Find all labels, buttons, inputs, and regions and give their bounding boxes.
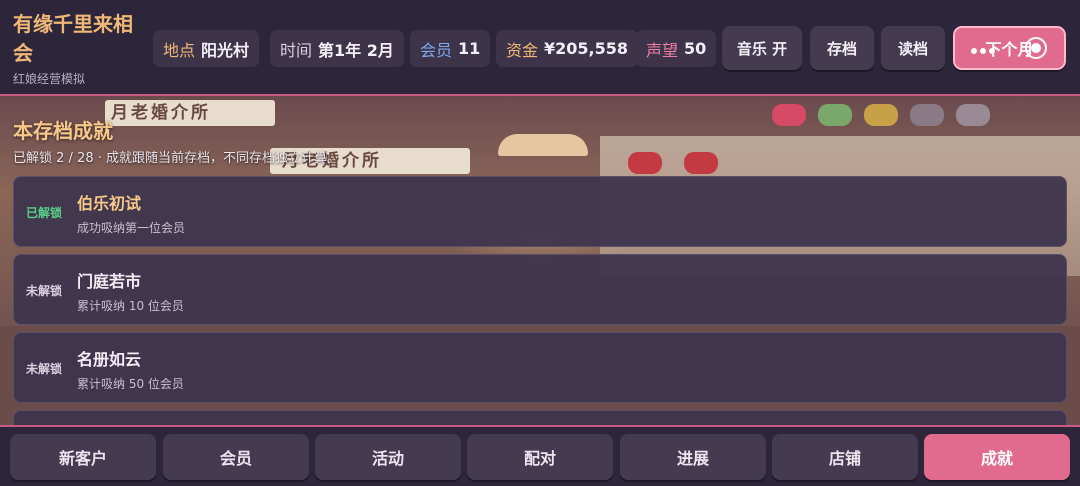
achievement-item[interactable]: 未解锁 门庭若市 累计吸纳 10 位会员 — [13, 254, 1067, 325]
achievements-title: 本存档成就 — [13, 119, 113, 143]
members-value: 11 — [458, 39, 481, 58]
achievement-item[interactable]: 已解锁 伯乐初试 成功吸纳第一位会员 — [13, 176, 1067, 247]
loading-dots-icon — [971, 48, 1001, 54]
achievement-item[interactable]: 未解锁 名册如云 累计吸纳 50 位会员 — [13, 332, 1067, 403]
avatar-icon — [956, 104, 990, 126]
load-button[interactable]: 读档 — [881, 26, 945, 70]
nav-new-clients[interactable]: 新客户 — [10, 434, 156, 480]
coin-icon — [864, 104, 898, 126]
bottom-nav: 新客户 会员 活动 配对 进展 店铺 成就 — [0, 425, 1080, 486]
achievement-desc: 成功吸纳第一位会员 — [77, 221, 186, 235]
achievement-desc: 累计吸纳 10 位会员 — [77, 299, 184, 313]
location-label: 地点 — [163, 40, 196, 60]
members-chip: 会员 11 — [410, 30, 491, 67]
plaque-icon — [684, 152, 718, 174]
nav-members[interactable]: 会员 — [163, 434, 309, 480]
profile-icon — [910, 104, 944, 126]
nav-matching[interactable]: 配对 — [467, 434, 613, 480]
location-value: 阳光村 — [201, 40, 250, 60]
nav-shop[interactable]: 店铺 — [772, 434, 918, 480]
funds-chip: 资金 ¥205,558 — [496, 30, 639, 67]
achievement-name: 门庭若市 — [77, 272, 142, 291]
members-label: 会员 — [420, 40, 453, 60]
achievement-state: 未解锁 — [26, 284, 63, 298]
achievement-state: 已解锁 — [26, 206, 63, 220]
top-bar: 有缘千里来相会 红娘经营模拟 地点 阳光村 时间 第1年 2月 会员 11 资金… — [0, 0, 1080, 96]
background-icons — [772, 104, 990, 128]
music-toggle-button[interactable]: 音乐 开 — [722, 26, 802, 70]
time-label: 时间 — [280, 40, 313, 60]
background-sign: 月老婚介所 — [105, 100, 275, 126]
funds-label: 资金 — [506, 40, 539, 60]
reputation-label: 声望 — [646, 40, 679, 60]
time-value: 第1年 2月 — [318, 40, 394, 60]
game-title: 有缘千里来相会 — [13, 12, 133, 65]
nav-achievements[interactable]: 成就 — [924, 434, 1070, 480]
nav-events[interactable]: 活动 — [315, 434, 461, 480]
plaque-icon — [628, 152, 662, 174]
lamp-icon — [498, 134, 588, 156]
save-button[interactable]: 存档 — [810, 26, 874, 70]
heart-icon — [772, 104, 806, 126]
reputation-chip: 声望 50 — [636, 30, 717, 67]
game-subtitle: 红娘经营模拟 — [13, 72, 86, 86]
record-icon — [1025, 37, 1047, 59]
achievement-name: 伯乐初试 — [77, 194, 142, 213]
achievements-summary: 已解锁 2 / 28 · 成就跟随当前存档，不同存档独立计算。 — [13, 151, 340, 166]
map-icon — [818, 104, 852, 126]
achievement-state: 未解锁 — [26, 362, 63, 376]
time-chip: 时间 第1年 2月 — [270, 30, 404, 67]
location-chip: 地点 阳光村 — [153, 30, 260, 67]
next-month-button[interactable]: 下个月 — [953, 26, 1066, 70]
funds-value: ¥205,558 — [544, 39, 629, 58]
achievement-name: 名册如云 — [77, 350, 142, 369]
achievement-desc: 累计吸纳 50 位会员 — [77, 377, 184, 391]
reputation-value: 50 — [684, 39, 707, 58]
nav-progress[interactable]: 进展 — [620, 434, 766, 480]
